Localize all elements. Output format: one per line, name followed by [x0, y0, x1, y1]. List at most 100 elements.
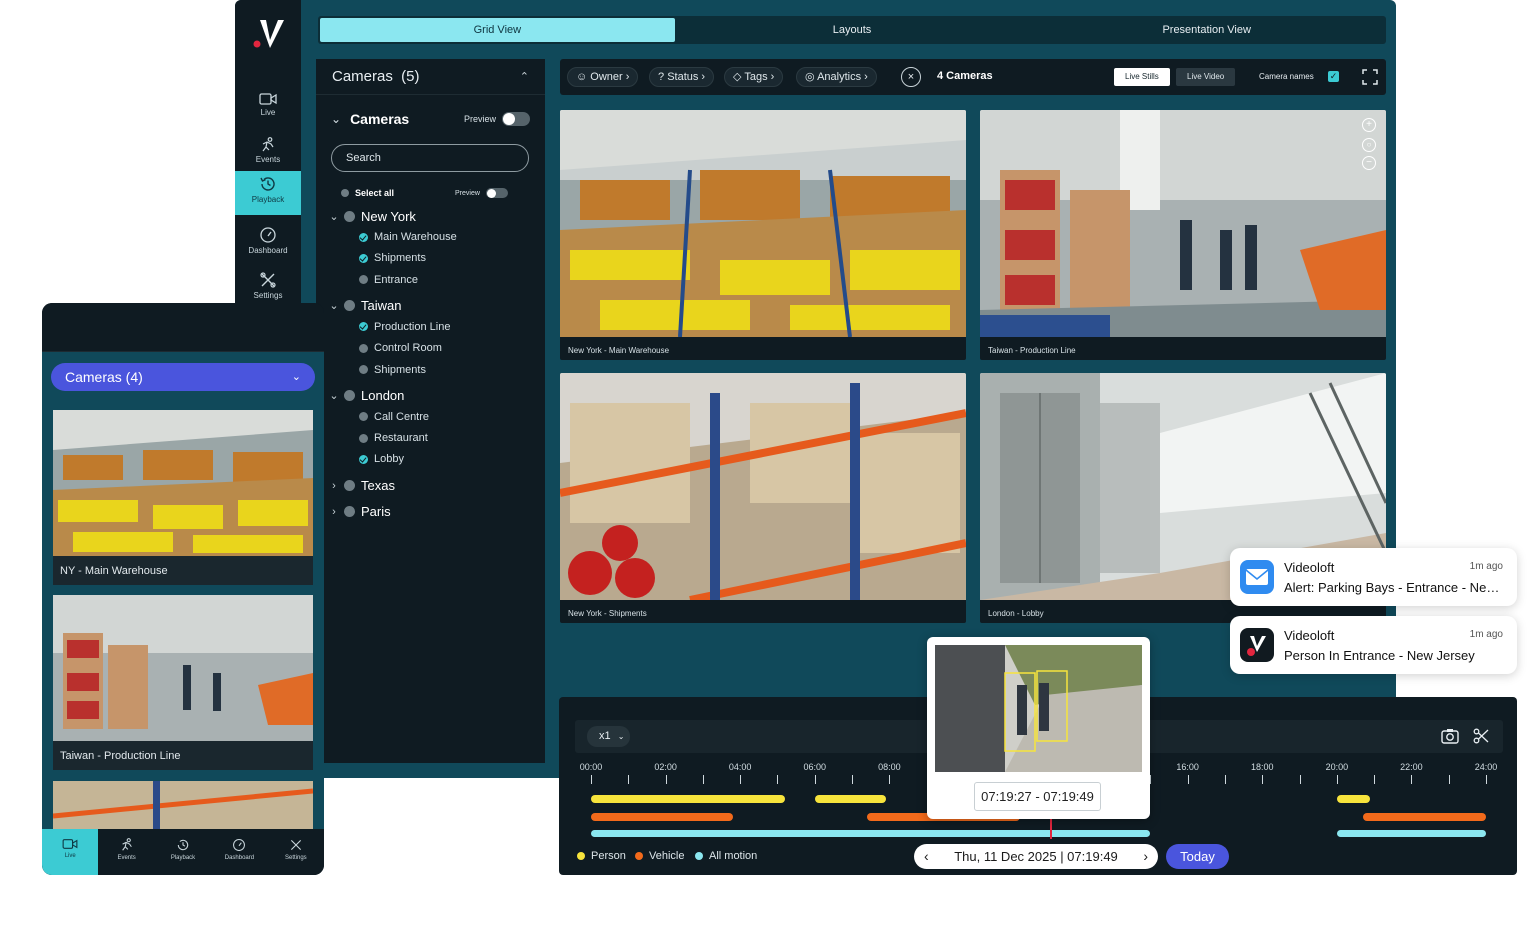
- mobile-camera-tile[interactable]: [53, 781, 313, 829]
- filter-tags[interactable]: ◇ Tags ›: [724, 67, 784, 87]
- camera-checkbox-checked[interactable]: [359, 454, 368, 464]
- person-track-segment[interactable]: [1336, 795, 1371, 803]
- tree-camera-row[interactable]: Call Centre: [316, 410, 545, 424]
- motion-track-segment[interactable]: [1336, 830, 1486, 837]
- tree-camera-row[interactable]: Shipments: [316, 251, 545, 265]
- vehicle-track-segment[interactable]: [591, 813, 733, 821]
- mobile-nav-events[interactable]: Events: [98, 829, 154, 875]
- filter-status[interactable]: ? Status ›: [649, 67, 715, 87]
- select-all-checkbox[interactable]: [341, 189, 349, 197]
- tab-layouts[interactable]: Layouts: [675, 18, 1030, 42]
- expand-chevron-icon[interactable]: ⌄: [331, 112, 341, 126]
- chevron-right-icon[interactable]: ›: [328, 480, 340, 492]
- preview-label: Preview: [463, 114, 496, 124]
- tree-camera-row[interactable]: Control Room: [316, 341, 545, 355]
- tree-camera-row[interactable]: Production Line: [316, 320, 545, 334]
- camera-checkbox[interactable]: [359, 365, 368, 374]
- group-checkbox[interactable]: [344, 300, 355, 312]
- tree-group-row[interactable]: ⌄ Taiwan: [316, 298, 545, 314]
- tree-group-row[interactable]: › Paris: [316, 504, 545, 520]
- preview-toggle[interactable]: [502, 112, 530, 126]
- filter-owner[interactable]: ☺ Owner ›: [567, 67, 639, 87]
- person-track-segment[interactable]: [591, 795, 785, 803]
- legend-all-motion: All motion: [695, 850, 757, 862]
- tree-camera-row[interactable]: Shipments: [316, 363, 545, 377]
- camera-tile[interactable]: New York - Main Warehouse: [560, 110, 966, 360]
- group-checkbox[interactable]: [344, 390, 355, 402]
- filter-analytics[interactable]: ◎ Analytics ›: [796, 67, 877, 87]
- hour-tick: [591, 775, 592, 784]
- camera-checkbox[interactable]: [359, 433, 368, 443]
- search-input[interactable]: Search: [331, 144, 529, 172]
- mobile-nav-playback[interactable]: Playback: [155, 829, 211, 875]
- group-checkbox[interactable]: [344, 480, 355, 492]
- camera-checkbox-checked[interactable]: [359, 232, 368, 242]
- playhead[interactable]: [1049, 817, 1052, 839]
- mobile-bottom-nav: Live Events Playback Dashboard Settings: [42, 829, 324, 875]
- speed-value: x1: [599, 730, 611, 742]
- rail-item-live[interactable]: Live: [235, 88, 301, 132]
- rail-item-label: Dashboard: [248, 246, 288, 255]
- mobile-camera-tile[interactable]: Taiwan - Production Line: [53, 595, 313, 770]
- history-icon: [260, 177, 275, 191]
- mobile-nav-live[interactable]: Live: [42, 829, 99, 875]
- hour-label: 18:00: [1250, 762, 1274, 772]
- today-button[interactable]: Today: [1166, 844, 1229, 869]
- chevron-down-icon[interactable]: ⌄: [328, 299, 340, 312]
- notification[interactable]: Videoloft 1m ago Alert: Parking Bays - E…: [1230, 548, 1517, 606]
- vehicle-track-segment[interactable]: [1362, 813, 1486, 821]
- zoom-in-icon[interactable]: +: [1362, 118, 1376, 132]
- next-day-icon[interactable]: ›: [1143, 844, 1148, 869]
- tree-group-row[interactable]: ⌄ London: [316, 388, 545, 404]
- select-all-preview-toggle[interactable]: [485, 188, 508, 198]
- tree-group-row[interactable]: › Texas: [316, 478, 545, 494]
- camera-checkbox[interactable]: [359, 412, 368, 422]
- tree-camera-row[interactable]: Main Warehouse: [316, 230, 545, 244]
- collapse-chevron-icon[interactable]: ⌃: [520, 70, 529, 83]
- previous-day-icon[interactable]: ‹: [924, 844, 929, 869]
- playback-preview-popup[interactable]: 07:19:27 - 07:19:49: [927, 637, 1150, 819]
- camera-tile[interactable]: New York - Shipments: [560, 373, 966, 623]
- tree-camera-label: Shipments: [374, 252, 426, 265]
- camera-checkbox[interactable]: [359, 275, 368, 285]
- tree-camera-label: Entrance: [374, 273, 419, 286]
- camera-checkbox[interactable]: [359, 343, 368, 353]
- person-track-segment[interactable]: [814, 795, 886, 803]
- chevron-right-icon[interactable]: ›: [328, 506, 340, 518]
- live-video-button[interactable]: Live Video: [1176, 68, 1236, 86]
- select-all-row[interactable]: Select all Preview: [316, 186, 545, 200]
- fullscreen-icon[interactable]: [1361, 68, 1379, 86]
- camera-checkbox-checked[interactable]: [359, 322, 368, 332]
- chevron-down-icon[interactable]: ⌄: [328, 389, 340, 402]
- analytics-icon: ◎: [805, 71, 815, 83]
- camera-checkbox-checked[interactable]: [359, 253, 368, 263]
- chevron-down-icon[interactable]: ⌄: [328, 210, 340, 223]
- notification-time: 1m ago: [1469, 629, 1503, 640]
- motion-track-segment[interactable]: [591, 830, 1151, 837]
- mobile-camera-select[interactable]: Cameras (4) ⌄: [51, 363, 315, 391]
- mobile-camera-tile[interactable]: NY - Main Warehouse: [53, 410, 313, 585]
- live-stills-button[interactable]: Live Stills: [1114, 68, 1170, 86]
- group-checkbox[interactable]: [344, 210, 355, 222]
- tree-camera-row[interactable]: Entrance: [316, 273, 545, 287]
- tree-group-row[interactable]: ⌄ New York: [316, 208, 545, 224]
- rail-item-playback[interactable]: Playback: [235, 171, 301, 215]
- camera-tile[interactable]: Taiwan - Production Line + ○ −: [980, 110, 1386, 360]
- tab-grid-view[interactable]: Grid View: [320, 18, 675, 42]
- speed-select[interactable]: x1 ⌄: [587, 726, 630, 747]
- tab-presentation-view[interactable]: Presentation View: [1029, 18, 1384, 42]
- camera-names-checkbox[interactable]: ✓: [1328, 71, 1339, 82]
- mobile-nav-dashboard[interactable]: Dashboard: [211, 829, 267, 875]
- zoom-out-icon[interactable]: −: [1362, 156, 1376, 170]
- tree-camera-row[interactable]: Restaurant: [316, 431, 545, 445]
- reset-view-icon[interactable]: ○: [1362, 138, 1376, 152]
- notification[interactable]: Videoloft 1m ago Person In Entrance - Ne…: [1230, 616, 1517, 674]
- group-checkbox[interactable]: [344, 506, 355, 518]
- mobile-nav-settings[interactable]: Settings: [268, 829, 324, 875]
- running-person-icon: [121, 838, 132, 851]
- snapshot-camera-icon[interactable]: [1441, 728, 1459, 744]
- rail-item-dashboard[interactable]: Dashboard: [235, 222, 301, 266]
- scissors-icon[interactable]: [1473, 728, 1489, 744]
- tree-camera-row[interactable]: Lobby: [316, 452, 545, 466]
- clear-filters-icon[interactable]: ×: [901, 67, 921, 87]
